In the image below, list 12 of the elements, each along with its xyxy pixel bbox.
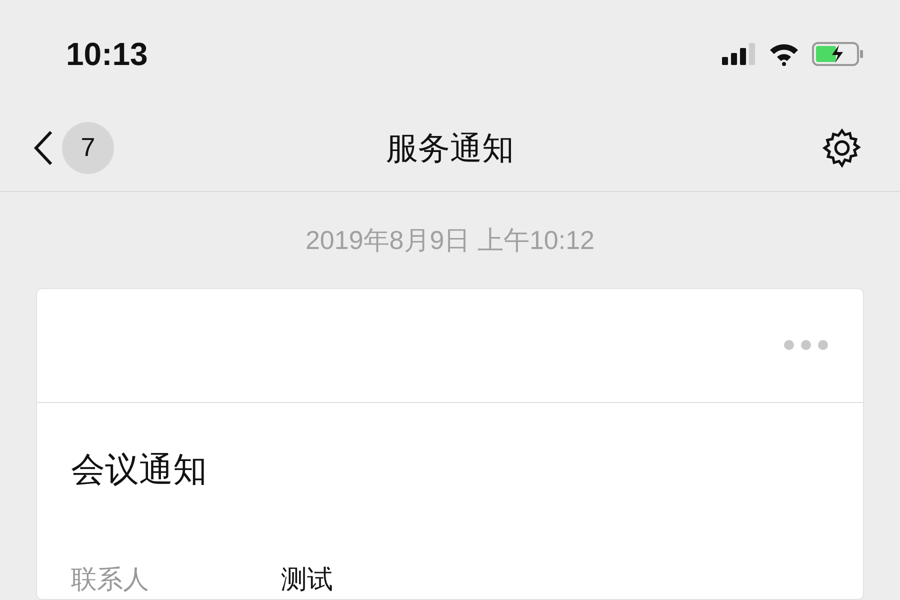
unread-badge: 7 [62, 122, 114, 174]
signal-icon [722, 43, 756, 66]
battery-icon [812, 42, 864, 66]
message-date: 2019年8月9日 上午10:12 [305, 224, 595, 257]
back-icon[interactable] [32, 130, 54, 166]
wifi-icon [768, 42, 800, 66]
field-label: 联系人 [71, 562, 150, 596]
page-title: 服务通知 [386, 128, 514, 168]
field-value: 测试 [281, 562, 333, 596]
status-time: 10:13 [66, 35, 148, 74]
card-title: 会议通知 [71, 450, 207, 489]
settings-icon[interactable] [820, 126, 864, 170]
